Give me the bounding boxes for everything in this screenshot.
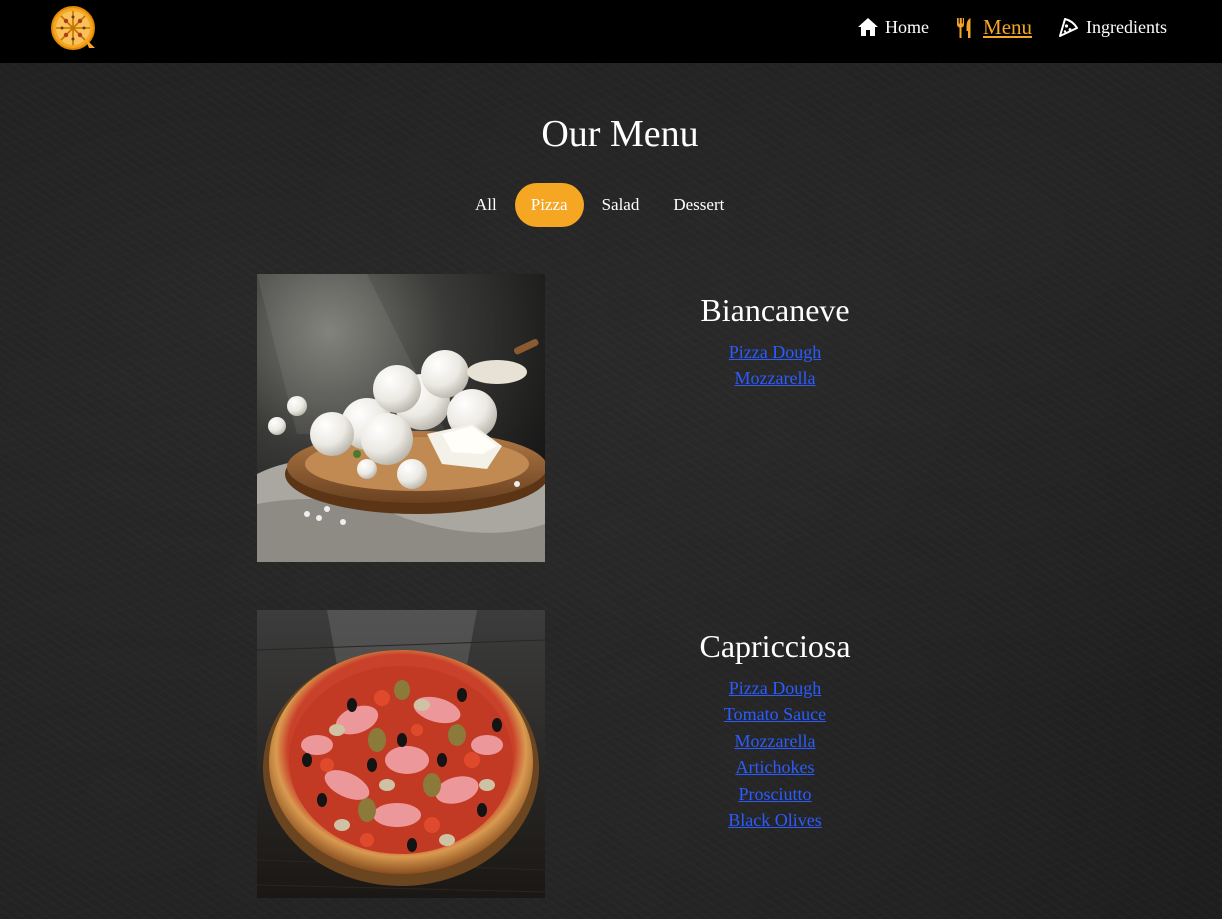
pizza-slice-icon xyxy=(1058,17,1079,37)
ingredient-list: Pizza Dough Tomato Sauce Mozzarella Arti… xyxy=(675,675,875,833)
ingredient-link[interactable]: Pizza Dough xyxy=(729,678,821,698)
ingredient-link[interactable]: Tomato Sauce xyxy=(724,704,826,724)
nav-links: Home Menu Ingredients xyxy=(857,14,1167,40)
pizza-logo-icon[interactable] xyxy=(49,4,97,52)
category-tabs: All Pizza Salad Dessert xyxy=(459,183,742,227)
menu-item-name: Capricciosa xyxy=(699,628,851,664)
ingredient-link[interactable]: Mozzarella xyxy=(735,731,816,751)
ingredient-item: Pizza Dough xyxy=(675,339,875,365)
nav-home-label: Home xyxy=(885,16,930,37)
ingredient-item: Prosciutto xyxy=(675,781,875,807)
ingredient-link[interactable]: Artichokes xyxy=(736,757,815,777)
home-icon xyxy=(857,17,879,37)
navbar: Home Menu Ingredients xyxy=(0,0,1222,63)
nav-menu-link[interactable]: Menu xyxy=(955,15,1032,40)
menu-item-info: Biancaneve Pizza Dough Mozzarella xyxy=(675,292,875,392)
ingredient-item: Tomato Sauce xyxy=(675,701,875,727)
nav-menu-label: Menu xyxy=(983,14,1033,39)
ingredient-list: Pizza Dough Mozzarella xyxy=(675,339,875,392)
utensils-icon xyxy=(955,17,975,38)
ingredient-link[interactable]: Prosciutto xyxy=(738,784,811,804)
ingredient-item: Mozzarella xyxy=(675,365,875,391)
ingredient-item: Artichokes xyxy=(675,754,875,780)
menu-item-name: Biancaneve xyxy=(700,292,850,328)
tab-salad[interactable]: Salad xyxy=(586,183,656,227)
mozzarella-photo xyxy=(257,274,545,562)
page-title: Our Menu xyxy=(541,113,699,155)
ingredient-link[interactable]: Mozzarella xyxy=(735,368,816,388)
tab-pizza[interactable]: Pizza xyxy=(514,183,584,227)
nav-ingredients-link[interactable]: Ingredients xyxy=(1058,17,1167,38)
menu-item-info: Capricciosa Pizza Dough Tomato Sauce Moz… xyxy=(675,628,875,833)
ingredient-item: Black Olives xyxy=(675,807,875,833)
nav-ingredients-label: Ingredients xyxy=(1086,16,1167,37)
ingredient-item: Mozzarella xyxy=(675,728,875,754)
tab-dessert[interactable]: Dessert xyxy=(657,183,740,227)
ingredient-item: Pizza Dough xyxy=(675,675,875,701)
capricciosa-pizza-photo xyxy=(257,610,545,898)
ingredient-link[interactable]: Pizza Dough xyxy=(729,342,821,362)
nav-home-link[interactable]: Home xyxy=(857,17,929,38)
tab-all[interactable]: All xyxy=(459,183,513,227)
ingredient-link[interactable]: Black Olives xyxy=(728,810,821,830)
